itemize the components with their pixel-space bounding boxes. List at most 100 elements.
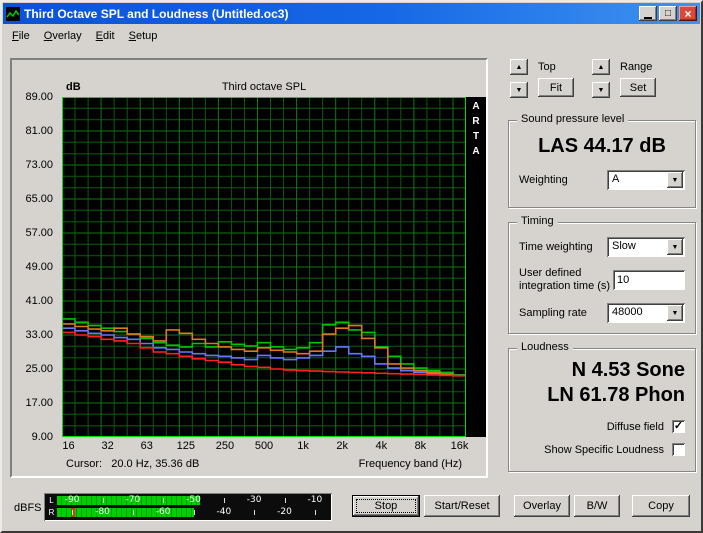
spl-group-label: Sound pressure level bbox=[517, 113, 628, 125]
diffuse-field-checkbox[interactable]: ✓ bbox=[672, 420, 685, 433]
x-tick-label: 500 bbox=[255, 440, 273, 452]
menu-overlay[interactable]: Overlay bbox=[37, 27, 89, 45]
y-tick-label: 41.00 bbox=[12, 295, 53, 307]
meter-scale-number: -70 bbox=[125, 496, 140, 505]
time-weighting-combo[interactable]: Slow ▼ bbox=[607, 237, 685, 257]
meter-tick bbox=[72, 510, 73, 515]
menu-edit[interactable]: Edit bbox=[89, 27, 122, 45]
bw-button[interactable]: B/W bbox=[574, 495, 620, 517]
maximize-button[interactable]: □ bbox=[659, 6, 677, 21]
y-tick-label: 73.00 bbox=[12, 159, 53, 171]
y-axis: 89.0081.0073.0065.0057.0049.0041.0033.00… bbox=[12, 97, 56, 449]
down-arrow-icon: ▼ bbox=[598, 87, 605, 94]
menu-file[interactable]: File bbox=[5, 27, 37, 45]
dropdown-arrow-icon[interactable]: ▼ bbox=[667, 239, 683, 255]
y-tick-label: 17.00 bbox=[12, 397, 53, 409]
sampling-rate-label: Sampling rate bbox=[519, 307, 587, 319]
close-button[interactable]: × bbox=[679, 6, 697, 21]
timing-group: Timing Time weighting Slow ▼ User define… bbox=[508, 222, 696, 334]
meter-row-l: L-90-70-50-30-10 bbox=[46, 495, 330, 506]
time-weighting-value: Slow bbox=[612, 240, 636, 252]
graph-scale-controls: ▲ ▼ Top Fit ▲ ▼ Range Set bbox=[510, 59, 656, 98]
integration-time-label: User defined integration time (s) bbox=[519, 267, 610, 293]
y-tick-label: 9.00 bbox=[12, 431, 53, 443]
titlebar[interactable]: Third Octave SPL and Loudness (Untitled.… bbox=[3, 3, 700, 24]
spl-plot[interactable] bbox=[62, 97, 466, 437]
x-tick-label: 2k bbox=[336, 440, 348, 452]
time-weighting-label: Time weighting bbox=[519, 241, 593, 253]
meter-channel-label: R bbox=[46, 507, 57, 518]
meter-scale-number: -90 bbox=[65, 496, 80, 505]
top-label: Top bbox=[538, 61, 556, 73]
menu-setup[interactable]: Setup bbox=[122, 27, 165, 45]
weighting-value: A bbox=[612, 173, 619, 185]
arta-letter: T bbox=[466, 129, 486, 144]
arta-watermark: ARTA bbox=[466, 99, 486, 159]
start-reset-button[interactable]: Start/Reset bbox=[424, 495, 500, 517]
weighting-combo[interactable]: A ▼ bbox=[607, 170, 685, 190]
y-tick-label: 65.00 bbox=[12, 193, 53, 205]
range-up-button[interactable]: ▲ bbox=[592, 59, 610, 75]
chart-panel: dB Third octave SPL 89.0081.0073.0065.00… bbox=[10, 58, 488, 478]
arta-letter: A bbox=[466, 144, 486, 159]
x-axis-label: Frequency band (Hz) bbox=[359, 458, 462, 470]
sampling-rate-value: 48000 bbox=[612, 306, 643, 318]
dbfs-label: dBFS bbox=[14, 502, 42, 514]
meter-tick bbox=[254, 510, 255, 515]
meter-tick bbox=[194, 510, 195, 515]
meter-tick bbox=[285, 498, 286, 503]
specific-loudness-checkbox[interactable] bbox=[672, 443, 685, 456]
weighting-label: Weighting bbox=[519, 174, 568, 186]
x-tick-label: 1k bbox=[297, 440, 309, 452]
stop-button[interactable]: Stop bbox=[352, 495, 420, 517]
window-controls: □ × bbox=[639, 6, 697, 21]
integration-time-input[interactable] bbox=[613, 270, 685, 290]
meter-scale-number: -40 bbox=[216, 508, 231, 517]
meter-row-r: R-80-60-40-20 bbox=[46, 507, 330, 518]
up-arrow-icon: ▲ bbox=[516, 64, 523, 71]
y-tick-label: 33.00 bbox=[12, 329, 53, 341]
loudness-group: Loudness N 4.53 Sone LN 61.78 Phon Diffu… bbox=[508, 348, 696, 472]
y-tick-label: 89.00 bbox=[12, 91, 53, 103]
x-tick-label: 8k bbox=[415, 440, 427, 452]
plot-area[interactable]: ARTA bbox=[62, 97, 486, 437]
range-down-button[interactable]: ▼ bbox=[592, 82, 610, 98]
specific-loudness-label: Show Specific Loudness bbox=[544, 444, 664, 456]
dropdown-arrow-icon[interactable]: ▼ bbox=[667, 305, 683, 321]
minimize-button[interactable] bbox=[639, 6, 657, 21]
overlay-button[interactable]: Overlay bbox=[514, 495, 570, 517]
meter-tick bbox=[163, 498, 164, 503]
window-title: Third Octave SPL and Loudness (Untitled.… bbox=[24, 7, 635, 21]
dropdown-arrow-icon[interactable]: ▼ bbox=[667, 172, 683, 188]
app-icon bbox=[6, 7, 20, 21]
copy-button[interactable]: Copy bbox=[632, 495, 690, 517]
meter-tick bbox=[133, 510, 134, 515]
loudness-group-label: Loudness bbox=[517, 341, 573, 353]
meter-bar: -80-60-40-20 bbox=[57, 507, 330, 518]
x-tick-label: 32 bbox=[101, 440, 113, 452]
meter-level-fill bbox=[57, 508, 194, 517]
menubar: FileOverlayEditSetup bbox=[3, 25, 700, 46]
close-icon: × bbox=[684, 7, 691, 21]
meter-scale-number: -20 bbox=[277, 508, 292, 517]
timing-group-label: Timing bbox=[517, 215, 558, 227]
top-down-button[interactable]: ▼ bbox=[510, 82, 528, 98]
fit-button[interactable]: Fit bbox=[538, 78, 574, 97]
range-label: Range bbox=[620, 61, 652, 73]
y-tick-label: 49.00 bbox=[12, 261, 53, 273]
x-tick-label: 125 bbox=[177, 440, 195, 452]
meter-scale-number: -80 bbox=[95, 508, 110, 517]
y-tick-label: 25.00 bbox=[12, 363, 53, 375]
cursor-readout: Cursor: 20.0 Hz, 35.36 dB bbox=[66, 458, 199, 470]
arta-letter: R bbox=[466, 114, 486, 129]
range-spin-group: ▲ ▼ Range Set bbox=[592, 59, 656, 98]
meter-scale-number: -10 bbox=[307, 496, 322, 505]
diffuse-field-label: Diffuse field bbox=[607, 421, 664, 433]
level-meter: L-90-70-50-30-10R-80-60-40-20 bbox=[44, 493, 332, 521]
meter-scale-number: -30 bbox=[247, 496, 262, 505]
set-button[interactable]: Set bbox=[620, 78, 656, 97]
top-spin-group: ▲ ▼ Top Fit bbox=[510, 59, 574, 98]
top-up-button[interactable]: ▲ bbox=[510, 59, 528, 75]
x-tick-label: 16k bbox=[451, 440, 469, 452]
sampling-rate-combo[interactable]: 48000 ▼ bbox=[607, 303, 685, 323]
